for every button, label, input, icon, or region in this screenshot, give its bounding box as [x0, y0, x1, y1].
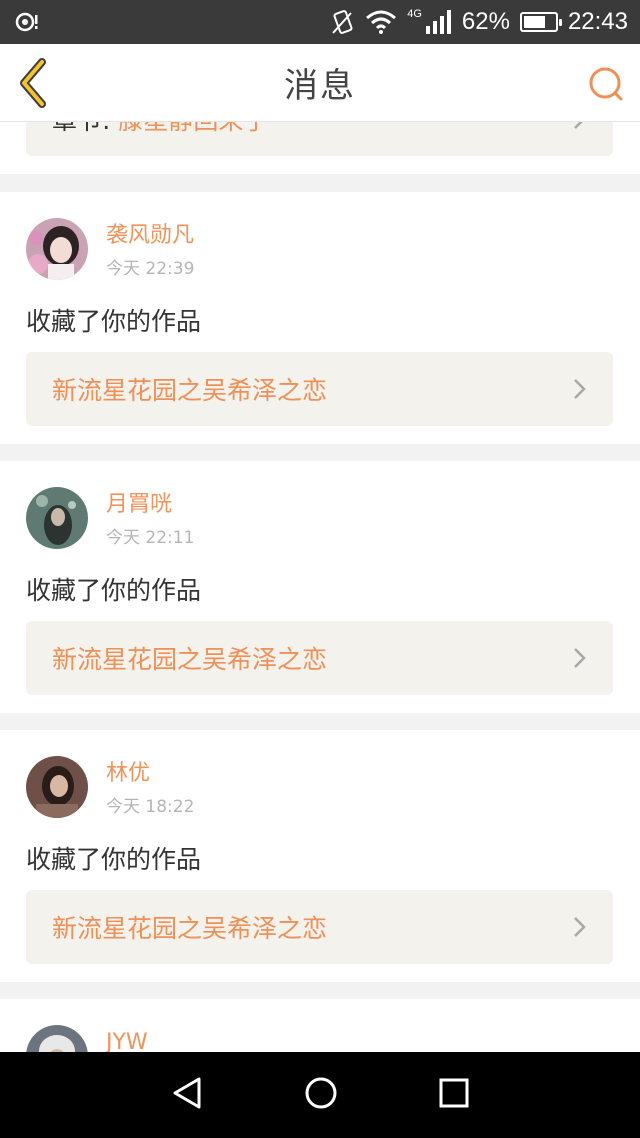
search-button[interactable] [586, 64, 626, 104]
back-triangle-icon[interactable] [171, 1076, 203, 1114]
action-text: 收藏了你的作品 [26, 307, 202, 336]
chapter-prefix: 章节: [52, 122, 110, 135]
page-title: 消息 [284, 66, 356, 106]
search-icon [589, 67, 623, 101]
user-name[interactable]: JYW [106, 1029, 148, 1052]
signal-icon [425, 10, 452, 34]
action-text: 收藏了你的作品 [26, 576, 202, 605]
status-bar: 4G 62% 22:43 [0, 0, 640, 44]
message-list[interactable]: 章节: 滕星静回来了 袭风勋凡 今天 22 [0, 122, 640, 1052]
chapter-title: 滕星静回来了 [118, 122, 268, 135]
timestamp: 今天 18:22 [106, 797, 195, 817]
battery-level [523, 16, 546, 28]
wifi-icon [365, 10, 397, 34]
timestamp: 今天 22:11 [106, 528, 195, 548]
app-header: 消息 [0, 44, 640, 122]
chapter-link[interactable]: 章节: 滕星静回来了 [26, 122, 613, 156]
network-type: 4G [407, 8, 422, 20]
work-title: 新流星花园之吴希泽之恋 [52, 376, 328, 405]
message-card: 月罥咣 今天 22:11 收藏了你的作品 新流星花园之吴希泽之恋 [0, 461, 640, 713]
work-link[interactable]: 新流星花园之吴希泽之恋 [26, 621, 613, 695]
home-circle-icon[interactable] [304, 1076, 338, 1114]
recents-square-icon[interactable] [439, 1078, 469, 1112]
work-link[interactable]: 新流星花园之吴希泽之恋 [26, 352, 613, 426]
avatar[interactable] [26, 1025, 88, 1052]
user-name[interactable]: 月罥咣 [106, 491, 194, 519]
work-link[interactable]: 新流星花园之吴希泽之恋 [26, 890, 613, 964]
avatar[interactable] [26, 218, 88, 280]
chevron-right-icon [574, 917, 586, 937]
system-nav-bar [0, 1052, 640, 1138]
battery-percent: 62% [461, 8, 510, 35]
chevron-left-icon [20, 58, 46, 108]
avatar[interactable] [26, 756, 88, 818]
chevron-right-icon [574, 379, 586, 399]
message-card: 章节: 滕星静回来了 [0, 122, 640, 174]
user-name[interactable]: 袭风勋凡 [106, 222, 194, 250]
clock: 22:43 [567, 8, 628, 35]
message-card: JYW [0, 999, 640, 1052]
location-icon [14, 11, 40, 33]
avatar[interactable] [26, 487, 88, 549]
chevron-right-icon [574, 648, 586, 668]
battery-icon [519, 12, 562, 32]
message-card: 袭风勋凡 今天 22:39 收藏了你的作品 新流星花园之吴希泽之恋 [0, 192, 640, 444]
action-text: 收藏了你的作品 [26, 845, 202, 874]
back-button[interactable] [14, 58, 54, 108]
timestamp: 今天 22:39 [106, 259, 195, 279]
work-title: 新流星花园之吴希泽之恋 [52, 645, 328, 674]
message-card: 林优 今天 18:22 收藏了你的作品 新流星花园之吴希泽之恋 [0, 730, 640, 982]
chevron-right-icon [574, 122, 583, 129]
work-title: 新流星花园之吴希泽之恋 [52, 914, 328, 943]
vibrate-icon [331, 9, 355, 35]
user-name[interactable]: 林优 [106, 760, 194, 788]
